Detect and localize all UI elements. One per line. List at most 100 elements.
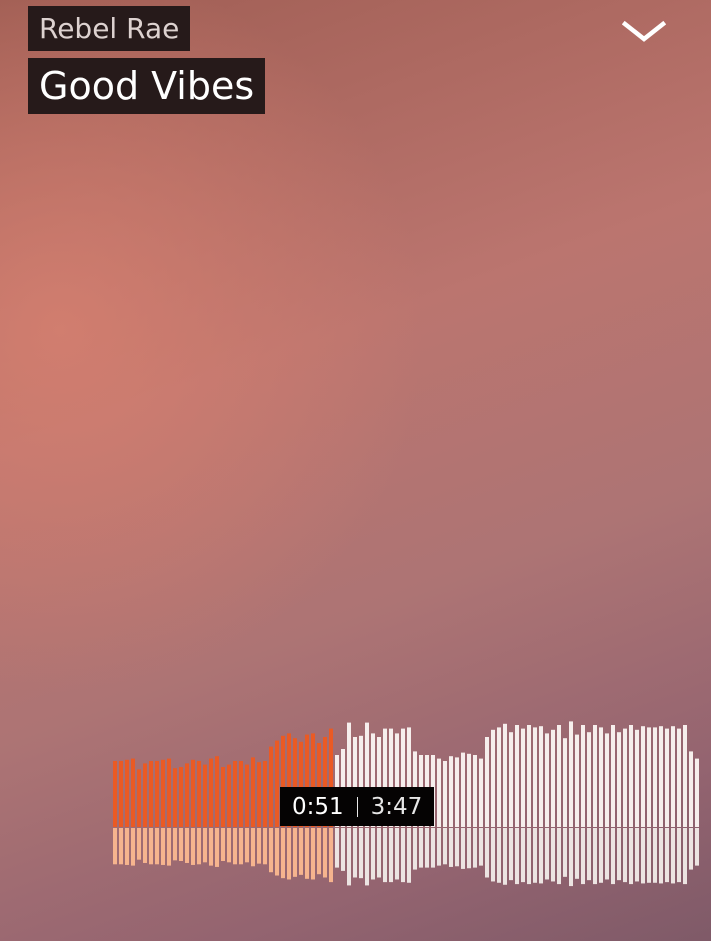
waveform-bar	[461, 752, 465, 827]
waveform-bar	[257, 762, 261, 827]
waveform-bar-reflection	[389, 828, 393, 883]
waveform-bar-reflection	[137, 828, 141, 860]
collapse-button[interactable]	[618, 14, 670, 50]
waveform-bar-reflection	[515, 828, 519, 885]
waveform-bar	[629, 725, 633, 827]
waveform-bar-reflection	[617, 828, 621, 881]
waveform-bar	[269, 746, 273, 827]
waveform-bar	[515, 725, 519, 827]
waveform-bar-reflection	[683, 828, 687, 885]
waveform-bar-reflection	[641, 828, 645, 884]
time-display: 0:51 3:47	[280, 787, 435, 826]
waveform-bar-reflection	[575, 828, 579, 879]
waveform-bar	[647, 727, 651, 827]
waveform-bar-reflection	[245, 828, 249, 863]
waveform-bar-reflection	[653, 828, 657, 883]
waveform-bar-reflection	[593, 828, 597, 885]
waveform-bar	[617, 732, 621, 827]
waveform-bar-reflection	[671, 828, 675, 884]
waveform-bar	[185, 763, 189, 827]
waveform-bar-reflection	[293, 828, 297, 877]
waveform-bar-reflection	[125, 828, 129, 865]
waveform-bar	[233, 761, 237, 827]
waveform-bar	[137, 769, 141, 827]
waveform-bar-reflection	[413, 828, 417, 870]
waveform-bar-reflection	[383, 828, 387, 883]
time-separator	[356, 796, 358, 817]
waveform-bar-reflection	[449, 828, 453, 867]
waveform-bar	[593, 725, 597, 827]
waveform-bar	[467, 753, 471, 827]
waveform-bar-reflection	[431, 828, 435, 868]
waveform-bar-reflection	[371, 828, 375, 880]
waveform-bar-reflection	[257, 828, 261, 864]
waveform-bar-reflection	[185, 828, 189, 863]
waveform-bar-reflection	[395, 828, 399, 880]
waveform-bar	[599, 727, 603, 827]
waveform-bar-reflection	[521, 828, 525, 883]
waveform-bar-reflection	[179, 828, 183, 861]
waveform-bar-reflection	[281, 828, 285, 879]
waveform-bar-reflection	[335, 828, 339, 868]
waveform-bar-reflection	[347, 828, 351, 886]
waveform-bar	[641, 726, 645, 827]
waveform-bar	[575, 734, 579, 827]
waveform-bar	[587, 732, 591, 827]
waveform-bar-reflection	[479, 828, 483, 866]
waveform-bar-reflection	[443, 828, 447, 865]
waveform-bar-reflection	[203, 828, 207, 863]
waveform-bar	[161, 759, 165, 827]
waveform-bar	[455, 757, 459, 827]
artist-name[interactable]: Rebel Rae	[28, 6, 191, 51]
waveform-bar	[521, 728, 525, 827]
waveform-bar	[227, 764, 231, 827]
waveform-bar-reflection	[239, 828, 243, 865]
waveform-bar	[563, 738, 567, 827]
waveform-bar-reflection	[533, 828, 537, 883]
waveform-bar-reflection	[665, 828, 669, 883]
waveform-bar	[275, 740, 279, 827]
player-screen: { "track": { "artist": "Rebel Rae", "tit…	[0, 0, 711, 941]
waveform-bar	[581, 725, 585, 827]
waveform-bar	[149, 761, 153, 827]
waveform-bar	[683, 725, 687, 827]
waveform-bar	[155, 761, 159, 827]
waveform-bar-reflection	[401, 828, 405, 883]
waveform-bar-reflection	[209, 828, 213, 866]
current-time: 0:51	[292, 793, 344, 820]
track-duration: 3:47	[370, 793, 423, 820]
waveform-bar	[677, 728, 681, 827]
waveform-bar-reflection	[143, 828, 147, 863]
waveform-bar-reflection	[455, 828, 459, 867]
waveform-bar-reflection	[695, 828, 699, 866]
waveform-bar	[209, 758, 213, 827]
waveform-bar-reflection	[215, 828, 219, 867]
waveform-bar-reflection	[377, 828, 381, 878]
waveform-bar-reflection	[659, 828, 663, 884]
waveform-bar-reflection	[569, 828, 573, 887]
waveform-bar-reflection	[425, 828, 429, 868]
waveform-bar-reflection	[119, 828, 123, 865]
waveform-bar	[245, 764, 249, 827]
waveform-bar-reflection	[647, 828, 651, 883]
waveform-bar	[179, 767, 183, 827]
waveform-bar	[119, 761, 123, 827]
waveform-bar-reflection	[251, 828, 255, 867]
waveform-bar-reflection	[341, 828, 345, 871]
waveform-bar-reflection	[557, 828, 561, 885]
waveform-bar	[167, 758, 171, 827]
track-title[interactable]: Good Vibes	[28, 58, 266, 114]
waveform-bar	[497, 727, 501, 827]
waveform-bar-reflection	[509, 828, 513, 881]
waveform-bar	[443, 761, 447, 827]
waveform-bar-reflection	[485, 828, 489, 878]
waveform-bar-reflection	[611, 828, 615, 885]
waveform-bar	[485, 737, 489, 827]
waveform-bar	[113, 761, 117, 827]
waveform-bar	[569, 721, 573, 827]
waveform-bar-reflection	[545, 828, 549, 880]
waveform-bar	[545, 733, 549, 827]
waveform-bar-reflection	[551, 828, 555, 882]
waveform-bar-reflection	[191, 828, 195, 865]
waveform-bar	[605, 733, 609, 827]
